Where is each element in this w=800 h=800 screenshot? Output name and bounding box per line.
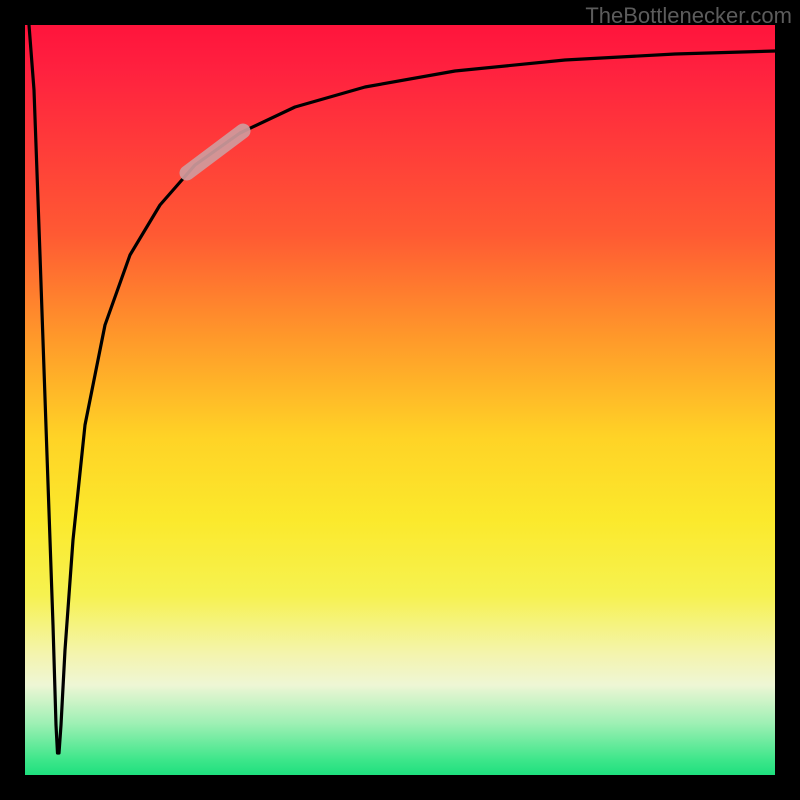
chart-frame: TheBottlenecker.com [0,0,800,800]
highlight-segment [187,131,243,173]
attribution-text: TheBottlenecker.com [585,3,792,29]
bottleneck-curve [29,25,775,753]
chart-overlay [25,25,775,775]
